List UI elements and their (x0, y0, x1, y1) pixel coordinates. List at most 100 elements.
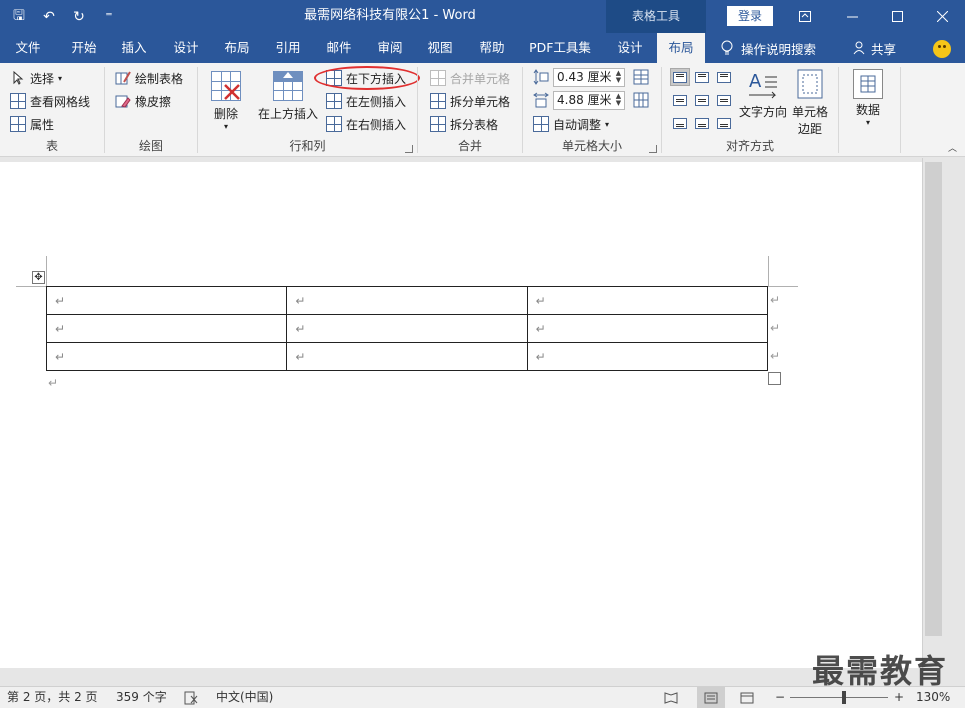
document-page[interactable]: ✥ ↵ ↵ ↵ ↵ ↵ ↵ ↵ ↵ ↵ ↵ ↵ ↵ ↵ (0, 162, 922, 668)
align-bottom-right-button[interactable] (714, 114, 734, 132)
tell-me-search[interactable]: 操作说明搜索 (721, 33, 816, 63)
smiley-feedback-icon[interactable] (933, 40, 951, 58)
table-move-handle-icon[interactable]: ✥ (32, 271, 45, 284)
delete-button[interactable]: 删除 ▾ (208, 71, 244, 131)
collapse-ribbon-icon[interactable]: ︿ (948, 141, 957, 154)
align-top-left-icon (673, 71, 687, 83)
cell-margins-button[interactable]: 单元格 边距 (788, 69, 832, 137)
spinner-icon[interactable]: ▲ ▼ (614, 93, 623, 108)
dialog-launcher-icon[interactable] (649, 145, 657, 153)
table-cell[interactable]: ↵ (45, 286, 288, 315)
zoom-level[interactable]: 130% (916, 687, 950, 708)
group-divider (900, 67, 901, 153)
language-indicator[interactable]: 中文(中国) (216, 687, 273, 708)
tab-help[interactable]: 帮助 (470, 33, 514, 63)
align-top-right-button[interactable] (714, 68, 734, 86)
proofing-icon[interactable] (184, 687, 198, 708)
table-cell[interactable]: ↵ (45, 314, 288, 343)
align-middle-center-icon (695, 94, 709, 106)
align-middle-center-button[interactable] (692, 91, 712, 109)
ribbon-display-options-icon[interactable] (782, 0, 828, 33)
group-alignment: A 文字方向 单元格 边距 对齐方式 (662, 63, 838, 157)
web-layout-icon[interactable] (740, 687, 754, 708)
insert-left-label: 在左侧插入 (346, 94, 407, 109)
tab-home[interactable]: 开始 (62, 33, 106, 63)
align-top-center-button[interactable] (692, 68, 712, 86)
table-resize-handle[interactable] (768, 372, 781, 385)
vertical-scrollbar[interactable] (922, 158, 965, 686)
split-table-button[interactable]: 拆分表格 (430, 114, 498, 134)
distribute-columns-icon[interactable] (633, 92, 649, 108)
login-button[interactable]: 登录 (727, 6, 773, 26)
autofit-button[interactable]: 自动调整 ▾ (533, 114, 609, 134)
eraser-button[interactable]: 橡皮擦 (115, 91, 171, 111)
tab-view[interactable]: 视图 (418, 33, 462, 63)
text-direction-button[interactable]: A 文字方向 (736, 69, 790, 120)
zoom-slider-track[interactable] (790, 697, 888, 698)
spinner-icon[interactable]: ▲ ▼ (614, 70, 623, 85)
column-width-input[interactable]: 4.88 厘米 ▲ ▼ (553, 91, 625, 110)
merge-cells-button[interactable]: 合并单元格 (430, 68, 510, 88)
align-bottom-center-button[interactable] (692, 114, 712, 132)
zoom-slider-thumb[interactable] (842, 691, 846, 704)
word-count[interactable]: 359 个字 (116, 687, 167, 708)
table-cell[interactable]: ↵ (526, 286, 769, 315)
tab-file[interactable]: 文件 (6, 33, 50, 63)
scrollbar-thumb[interactable] (925, 162, 942, 636)
insert-above-button[interactable]: 在上方插入 (256, 71, 320, 122)
table-cell[interactable]: ↵ (526, 314, 769, 343)
save-icon[interactable]: 🖫 (6, 4, 32, 30)
word-table[interactable]: ↵ ↵ ↵ ↵ ↵ ↵ ↵ ↵ ↵ (45, 286, 769, 371)
data-icon (853, 69, 883, 99)
distribute-rows-icon[interactable] (633, 69, 649, 85)
table-cell[interactable]: ↵ (286, 314, 528, 343)
tab-references[interactable]: 引用 (266, 33, 310, 63)
tab-mailings[interactable]: 邮件 (317, 33, 361, 63)
insert-right-icon (326, 116, 342, 132)
group-label-rows-columns: 行和列 (289, 139, 326, 153)
table-cell[interactable]: ↵ (45, 342, 288, 371)
select-button[interactable]: 选择 ▾ (10, 68, 62, 88)
split-cells-icon (430, 93, 446, 109)
redo-icon[interactable]: ↻ (66, 4, 92, 30)
insert-right-button[interactable]: 在右侧插入 (326, 114, 406, 134)
draw-table-button[interactable]: 绘制表格 (115, 68, 183, 88)
tab-insert[interactable]: 插入 (112, 33, 156, 63)
minimize-icon[interactable] (829, 0, 875, 33)
share-button[interactable]: 共享 (853, 33, 896, 63)
read-mode-icon[interactable] (664, 687, 678, 708)
zoom-out-button[interactable]: − (775, 687, 785, 708)
tab-review[interactable]: 审阅 (368, 33, 412, 63)
table-cell[interactable]: ↵ (286, 286, 528, 315)
close-icon[interactable] (919, 0, 965, 33)
align-middle-left-button[interactable] (670, 91, 690, 109)
align-bottom-left-button[interactable] (670, 114, 690, 132)
zoom-in-button[interactable]: + (894, 687, 904, 708)
group-label-table: 表 (45, 139, 58, 153)
tab-pdf-tools[interactable]: PDF工具集 (524, 33, 596, 63)
customize-qat-icon[interactable]: ⁼ (96, 4, 122, 30)
tab-design[interactable]: 设计 (164, 33, 208, 63)
group-draw: 绘制表格 橡皮擦 绘图 (105, 63, 197, 157)
data-button[interactable]: 数据 ▾ (849, 69, 887, 127)
group-merge: 合并单元格 拆分单元格 拆分表格 合并 (418, 63, 522, 157)
align-middle-right-button[interactable] (714, 91, 734, 109)
table-row: ↵ ↵ ↵ (45, 286, 769, 315)
maximize-icon[interactable] (874, 0, 920, 33)
tab-table-design[interactable]: 设计 (608, 33, 652, 63)
row-height-input[interactable]: 0.43 厘米 ▲ ▼ (553, 68, 625, 87)
tab-layout[interactable]: 布局 (215, 33, 259, 63)
dialog-launcher-icon[interactable] (405, 145, 413, 153)
insert-left-button[interactable]: 在左侧插入 (326, 91, 406, 111)
view-gridlines-button[interactable]: 查看网格线 (10, 91, 90, 111)
row-end-mark: ↵ (770, 293, 781, 307)
align-top-left-button[interactable] (670, 68, 690, 86)
properties-button[interactable]: 属性 (10, 114, 54, 134)
undo-icon[interactable]: ↶ (36, 4, 62, 30)
split-cells-button[interactable]: 拆分单元格 (430, 91, 510, 111)
table-cell[interactable]: ↵ (286, 342, 528, 371)
table-cell[interactable]: ↵ (526, 342, 769, 371)
page-count[interactable]: 第 2 页，共 2 页 (7, 687, 98, 708)
tab-table-layout[interactable]: 布局 (657, 33, 705, 63)
print-layout-icon[interactable] (697, 687, 725, 708)
